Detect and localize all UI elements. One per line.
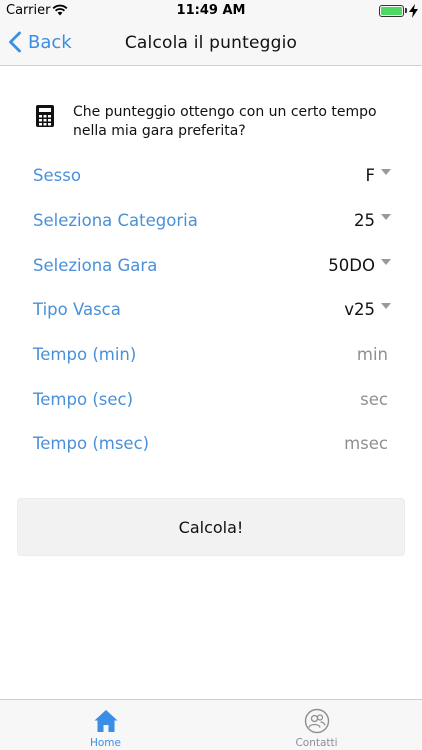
vasca-label: Tipo Vasca — [33, 299, 121, 319]
caret-down-icon — [381, 259, 391, 265]
categoria-select[interactable]: 25 — [354, 211, 391, 230]
vasca-select[interactable]: v25 — [344, 300, 391, 319]
caret-down-icon — [381, 303, 391, 309]
tempo-sec-row: Tempo (sec) — [33, 384, 391, 414]
tab-home[interactable]: Home — [0, 700, 211, 750]
caret-down-icon — [381, 214, 391, 220]
tempo-msec-label: Tempo (msec) — [33, 433, 150, 453]
tempo-msec-input[interactable] — [271, 433, 391, 453]
sesso-row[interactable]: Sesso F — [33, 160, 391, 190]
sesso-value: F — [365, 165, 376, 185]
calcola-button[interactable]: Calcola! — [17, 498, 405, 556]
gara-select[interactable]: 50DO — [328, 256, 391, 275]
tab-home-label: Home — [89, 737, 121, 749]
vasca-value: v25 — [344, 299, 375, 319]
status-bar: Carrier 11:49 AM — [0, 0, 422, 22]
sesso-label: Sesso — [33, 165, 81, 185]
tempo-min-input[interactable] — [271, 344, 391, 364]
navigation-bar: Back Calcola il punteggio — [0, 22, 422, 66]
categoria-label: Seleziona Categoria — [33, 210, 198, 230]
calculator-icon — [36, 105, 54, 127]
tab-bar: Home Contatti — [0, 699, 422, 750]
contacts-icon — [304, 708, 329, 734]
tempo-sec-input[interactable] — [271, 389, 391, 409]
battery-tip — [405, 8, 407, 13]
tempo-sec-label: Tempo (sec) — [33, 389, 134, 409]
gara-value: 50DO — [328, 255, 375, 275]
charging-bolt-icon — [409, 4, 418, 18]
gara-row[interactable]: Seleziona Gara 50DO — [33, 250, 391, 280]
intro-section: Che punteggio ottengo con un certo tempo… — [36, 103, 393, 141]
page-title: Calcola il punteggio — [124, 33, 298, 53]
tab-contatti[interactable]: Contatti — [211, 700, 422, 750]
tempo-min-row: Tempo (min) — [33, 339, 391, 369]
tempo-msec-row: Tempo (msec) — [33, 428, 391, 458]
intro-text: Che punteggio ottengo con un certo tempo… — [73, 104, 377, 139]
tab-contatti-label: Contatti — [295, 737, 338, 749]
clock: 11:49 AM — [176, 3, 246, 18]
categoria-value: 25 — [354, 210, 375, 230]
vasca-row[interactable]: Tipo Vasca v25 — [33, 294, 391, 324]
sesso-select[interactable]: F — [365, 165, 391, 185]
gara-label: Seleziona Gara — [33, 255, 158, 275]
caret-down-icon — [381, 169, 391, 175]
battery-icon — [379, 5, 404, 17]
categoria-row[interactable]: Seleziona Categoria 25 — [33, 205, 391, 235]
tempo-min-label: Tempo (min) — [33, 344, 137, 364]
home-icon — [94, 710, 117, 732]
